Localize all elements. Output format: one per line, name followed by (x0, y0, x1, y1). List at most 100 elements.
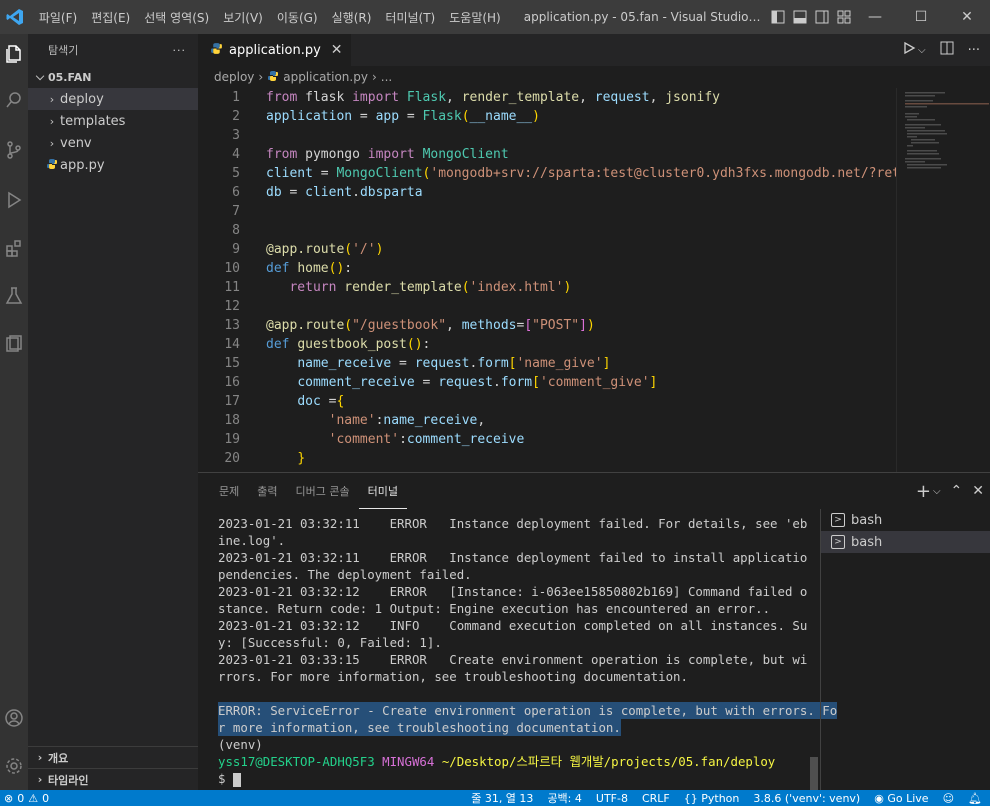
accounts-icon[interactable] (0, 704, 28, 732)
code-line: 7 (198, 202, 896, 221)
menu-edit[interactable]: 편집(E) (84, 9, 137, 26)
terminal-scrollbar[interactable] (810, 757, 818, 791)
code-line: 17 doc ={ (198, 392, 896, 411)
source-control-icon[interactable] (0, 136, 28, 164)
indentation[interactable]: 공백: 4 (547, 790, 581, 806)
run-python-file-icon[interactable] (902, 41, 916, 59)
encoding[interactable]: UTF-8 (596, 792, 628, 805)
terminal-output[interactable]: 2023-01-21 03:32:11 ERROR Instance deplo… (218, 515, 838, 791)
maximize-button[interactable]: ☐ (898, 0, 944, 34)
menu-view[interactable]: 보기(V) (216, 9, 270, 26)
code-line: 9 @app.route('/') (198, 240, 896, 259)
close-panel-icon[interactable]: ✕ (972, 483, 984, 499)
terminal-line: 2023-01-21 03:32:11 ERROR Instance deplo… (218, 550, 808, 565)
tree-folder-templates[interactable]: › templates (28, 110, 198, 132)
notifications-bell-icon[interactable]: 🔔︎ (968, 792, 982, 805)
code-line: 8 (198, 221, 896, 240)
tab-application-py[interactable]: application.py ✕ (198, 34, 351, 66)
code-line: 1 from flask import Flask, render_templat… (198, 88, 896, 107)
terminal-list: > bash > bash (820, 509, 990, 791)
tab-debug-console[interactable]: 디버그 콘솔 (287, 473, 359, 509)
feedback-icon[interactable]: ☺ (943, 792, 954, 805)
tree-item-label: app.py (60, 157, 105, 173)
tree-file-app-py[interactable]: app.py (28, 154, 198, 176)
language-mode[interactable]: {} Python (684, 792, 740, 805)
workspace-folder[interactable]: ⌵ 05.FAN (28, 66, 198, 88)
terminal-input-line[interactable]: $ (218, 770, 808, 787)
language-label: Python (701, 791, 740, 805)
extensions-icon[interactable] (0, 234, 28, 262)
tab-terminal[interactable]: 터미널 (358, 473, 407, 509)
line-number: 1 (232, 90, 240, 105)
tab-output[interactable]: 출력 (248, 473, 286, 509)
menu-selection[interactable]: 선택 영역(S) (137, 9, 216, 26)
terminal-instance-1[interactable]: > bash (821, 509, 990, 531)
run-debug-icon[interactable] (0, 186, 28, 214)
go-live-label: Go Live (887, 791, 929, 805)
more-actions-icon[interactable]: ··· (968, 43, 980, 58)
chevron-down-icon: ⌵ (35, 70, 45, 83)
search-icon[interactable] (0, 86, 28, 114)
terminal-instance-2[interactable]: > bash (821, 531, 990, 553)
toggle-sidebar-icon[interactable] (770, 9, 786, 25)
remote-explorer-icon[interactable] (0, 330, 28, 358)
code-line: 19 'comment':comment_receive (198, 430, 896, 449)
breadcrumb-separator-icon: › (258, 70, 264, 84)
tab-problems[interactable]: 문제 (210, 473, 248, 509)
timeline-label: 타임라인 (48, 773, 89, 787)
close-window-button[interactable]: ✕ (944, 0, 990, 34)
menu-run[interactable]: 실행(R) (325, 9, 379, 26)
go-live-button[interactable]: ◉ Go Live (874, 792, 928, 805)
toggle-panel-icon[interactable] (792, 9, 808, 25)
maximize-panel-icon[interactable]: ⌃ (951, 483, 963, 499)
split-editor-icon[interactable] (940, 41, 954, 59)
code-line: 11 return render_template('index.html') (198, 278, 896, 297)
timeline-section[interactable]: › 타임라인 (28, 768, 198, 790)
outline-section[interactable]: › 개요 (28, 746, 198, 768)
error-count[interactable]: 0 (17, 792, 24, 805)
vscode-logo-icon (4, 6, 26, 28)
explorer-more-icon[interactable]: ··· (173, 44, 187, 57)
close-tab-icon[interactable]: ✕ (331, 42, 343, 58)
python-file-icon (44, 158, 60, 173)
line-number: 6 (232, 185, 240, 200)
errors-icon[interactable]: ⊗ (4, 792, 13, 805)
customize-layout-icon[interactable] (836, 9, 852, 25)
minimap[interactable] (896, 88, 990, 472)
breadcrumb-more[interactable]: ... (381, 70, 392, 84)
warning-count[interactable]: 0 (42, 792, 49, 805)
warnings-icon[interactable]: ⚠ (28, 792, 38, 805)
line-number: 2 (232, 109, 240, 124)
chevron-down-icon[interactable]: ⌵ (918, 45, 926, 56)
breadcrumb: deploy › application.py › ... (198, 66, 990, 88)
python-interpreter[interactable]: 3.8.6 ('venv': venv) (753, 792, 860, 805)
chevron-down-icon[interactable]: ⌵ (933, 486, 941, 497)
testing-icon[interactable] (0, 282, 28, 310)
menu-help[interactable]: 도움말(H) (442, 9, 508, 26)
explorer-icon[interactable] (0, 40, 28, 68)
breadcrumb-file[interactable]: application.py (283, 70, 368, 84)
python-file-icon (210, 42, 223, 59)
settings-gear-icon[interactable] (0, 752, 28, 780)
code-line: 20 } (198, 449, 896, 468)
cursor-position[interactable]: 줄 31, 열 13 (471, 790, 533, 806)
breadcrumb-folder[interactable]: deploy (214, 70, 254, 84)
menu-go[interactable]: 이동(G) (270, 9, 325, 26)
code-line: 6 db = client.dbsparta (198, 183, 896, 202)
toggle-secondary-sidebar-icon[interactable] (814, 9, 830, 25)
line-number: 10 (224, 261, 240, 276)
end-of-line[interactable]: CRLF (642, 792, 670, 805)
editor-tabbar: application.py ✕ ⌵ ··· (198, 34, 990, 66)
menu-terminal[interactable]: 터미널(T) (378, 9, 442, 26)
minimize-button[interactable]: — (852, 0, 898, 34)
tree-item-label: templates (60, 113, 126, 129)
menu-file[interactable]: 파일(F) (32, 9, 84, 26)
line-number: 16 (224, 375, 240, 390)
line-number: 8 (232, 223, 240, 238)
terminal-instance-label: bash (851, 534, 883, 550)
code-editor[interactable]: 1 from flask import Flask, render_templat… (198, 88, 896, 472)
tree-folder-venv[interactable]: › venv (28, 132, 198, 154)
terminal-cursor (232, 772, 241, 787)
tree-folder-deploy[interactable]: › deploy (28, 88, 198, 110)
new-terminal-icon[interactable]: + (916, 481, 931, 502)
